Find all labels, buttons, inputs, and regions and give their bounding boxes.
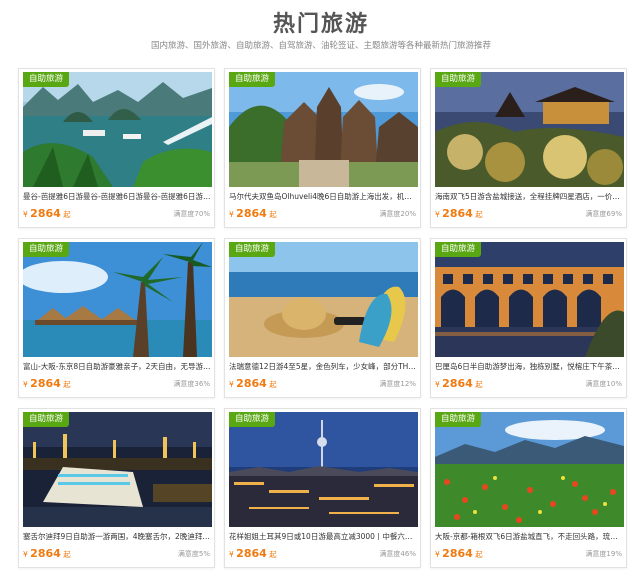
tour-card[interactable]: 自助旅游 花样姐姐土耳其9日或10日游最高立减3000丨中餐六菜一汤，热气球 ¥… bbox=[224, 408, 421, 568]
price-value: 2864 bbox=[442, 207, 473, 220]
tour-title[interactable]: 富山-大阪-东京8日自助游豪雅亲子，2天自由，无导游安排自费项目 bbox=[23, 360, 212, 373]
tour-photo-harbor[interactable] bbox=[23, 412, 212, 527]
price-unit: 起 bbox=[63, 380, 71, 389]
satisfaction-rate: 满意度5% bbox=[177, 550, 210, 558]
price-value: 2864 bbox=[236, 207, 267, 220]
price-unit: 起 bbox=[475, 550, 483, 559]
tour-card[interactable]: 自助旅游 法瑞意德12日游4至5星，金色列车，少女峰，部分THE MALL购物 … bbox=[224, 238, 421, 398]
currency-symbol: ¥ bbox=[23, 210, 28, 219]
category-badge: 自助旅游 bbox=[435, 412, 482, 427]
price-unit: 起 bbox=[63, 550, 71, 559]
satisfaction-rate: 满意度70% bbox=[173, 210, 210, 218]
tour-card[interactable]: 自助旅游 大阪-京都-箱根双飞6日游盐城直飞，不走回头路，琉外无自费 ¥ 286… bbox=[430, 408, 627, 568]
price-unit: 起 bbox=[475, 380, 483, 389]
tour-card[interactable]: 自助旅游 海南双飞5日游含盐城接送，全程挂牌四星酒店，一价全含无自费 ¥ 286… bbox=[430, 68, 627, 228]
tour-photo-beach-hat[interactable] bbox=[229, 242, 418, 357]
tour-price: ¥ 2864 起 bbox=[435, 376, 483, 392]
currency-symbol: ¥ bbox=[435, 380, 440, 389]
tour-photo-kyoto[interactable] bbox=[435, 72, 624, 187]
satisfaction-rate: 满意度46% bbox=[379, 550, 416, 558]
tour-price: ¥ 2864 起 bbox=[23, 376, 71, 392]
currency-symbol: ¥ bbox=[435, 550, 440, 559]
tour-price: ¥ 2864 起 bbox=[229, 546, 277, 562]
category-badge: 自助旅游 bbox=[23, 242, 70, 257]
category-badge: 自助旅游 bbox=[435, 242, 482, 257]
price-value: 2864 bbox=[442, 377, 473, 390]
tour-price: ¥ 2864 起 bbox=[229, 206, 277, 222]
currency-symbol: ¥ bbox=[23, 380, 28, 389]
satisfaction-rate: 满意度19% bbox=[585, 550, 622, 558]
tour-photo-city-tower[interactable] bbox=[229, 412, 418, 527]
category-badge: 自助旅游 bbox=[23, 412, 70, 427]
tour-photo-flower-field[interactable] bbox=[435, 412, 624, 527]
tour-photo-beach-huts[interactable] bbox=[23, 242, 212, 357]
category-badge: 自助旅游 bbox=[23, 72, 70, 87]
tour-title[interactable]: 花样姐姐土耳其9日或10日游最高立减3000丨中餐六菜一汤，热气球 bbox=[229, 530, 418, 543]
tour-photo-aqueduct[interactable] bbox=[435, 242, 624, 357]
satisfaction-rate: 满意度12% bbox=[379, 380, 416, 388]
tour-title[interactable]: 大阪-京都-箱根双飞6日游盐城直飞，不走回头路，琉外无自费 bbox=[435, 530, 624, 543]
price-value: 2864 bbox=[30, 377, 61, 390]
tour-price: ¥ 2864 起 bbox=[23, 206, 71, 222]
price-unit: 起 bbox=[269, 380, 277, 389]
currency-symbol: ¥ bbox=[229, 210, 234, 219]
currency-symbol: ¥ bbox=[435, 210, 440, 219]
tour-card[interactable]: 自助旅游 塞舌尔迪拜9日自助游一游两国，4晚塞舌尔，2晚迪拜，含机票酒店 ¥ 2… bbox=[18, 408, 215, 568]
satisfaction-rate: 满意度69% bbox=[585, 210, 622, 218]
satisfaction-rate: 满意度20% bbox=[379, 210, 416, 218]
satisfaction-rate: 满意度10% bbox=[585, 380, 622, 388]
tour-card[interactable]: 自助旅游 马尔代夫双鱼岛Olhuveli4晚6日自助游上海出发，机+酒 包含早晚… bbox=[224, 68, 421, 228]
tour-card[interactable]: 自助旅游 巴厘岛6日半自助游梦出海，独栋别墅，悦榕庄下午茶，金巴兰海滩 ¥ 28… bbox=[430, 238, 627, 398]
tour-title[interactable]: 巴厘岛6日半自助游梦出海，独栋别墅，悦榕庄下午茶，金巴兰海滩 bbox=[435, 360, 624, 373]
tour-photo-bay[interactable] bbox=[23, 72, 212, 187]
price-unit: 起 bbox=[475, 210, 483, 219]
tour-price: ¥ 2864 起 bbox=[229, 376, 277, 392]
tour-title[interactable]: 海南双飞5日游含盐城接送，全程挂牌四星酒店，一价全含无自费 bbox=[435, 190, 624, 203]
page-title: 热门旅游 bbox=[272, 12, 369, 37]
category-badge: 自助旅游 bbox=[229, 72, 276, 87]
price-value: 2864 bbox=[442, 547, 473, 560]
price-value: 2864 bbox=[30, 547, 61, 560]
tour-price: ¥ 2864 起 bbox=[435, 546, 483, 562]
category-badge: 自助旅游 bbox=[229, 412, 276, 427]
currency-symbol: ¥ bbox=[229, 380, 234, 389]
tour-card[interactable]: 自助旅游 富山-大阪-东京8日自助游豪雅亲子，2天自由，无导游安排自费项目 ¥ … bbox=[18, 238, 215, 398]
price-unit: 起 bbox=[63, 210, 71, 219]
category-badge: 自助旅游 bbox=[229, 242, 276, 257]
tour-grid: 自助旅游 曼谷-芭提雅6日游曼谷-芭提雅6日游曼谷-芭提雅6日游曼谷-芭提雅6日… bbox=[18, 68, 630, 568]
currency-symbol: ¥ bbox=[23, 550, 28, 559]
price-value: 2864 bbox=[30, 207, 61, 220]
tour-title[interactable]: 法瑞意德12日游4至5星，金色列车，少女峰，部分THE MALL购物 bbox=[229, 360, 418, 373]
tour-price: ¥ 2864 起 bbox=[23, 546, 71, 562]
tour-title[interactable]: 马尔代夫双鱼岛Olhuveli4晚6日自助游上海出发，机+酒 包含早晚餐 bbox=[229, 190, 418, 203]
currency-symbol: ¥ bbox=[229, 550, 234, 559]
category-badge: 自助旅游 bbox=[435, 72, 482, 87]
price-value: 2864 bbox=[236, 377, 267, 390]
tour-title[interactable]: 曼谷-芭提雅6日游曼谷-芭提雅6日游曼谷-芭提雅6日游曼谷-芭提雅6日游 bbox=[23, 190, 212, 203]
price-unit: 起 bbox=[269, 550, 277, 559]
price-value: 2864 bbox=[236, 547, 267, 560]
tour-photo-temple[interactable] bbox=[229, 72, 418, 187]
satisfaction-rate: 满意度36% bbox=[173, 380, 210, 388]
price-unit: 起 bbox=[269, 210, 277, 219]
tour-card[interactable]: 自助旅游 曼谷-芭提雅6日游曼谷-芭提雅6日游曼谷-芭提雅6日游曼谷-芭提雅6日… bbox=[18, 68, 215, 228]
tour-title[interactable]: 塞舌尔迪拜9日自助游一游两国，4晚塞舌尔，2晚迪拜，含机票酒店 bbox=[23, 530, 212, 543]
page-subtitle: 国内旅游、国外旅游、自助旅游、自驾旅游、油轮签证、主题旅游等各种最新热门旅游推荐 bbox=[150, 41, 491, 51]
tour-price: ¥ 2864 起 bbox=[435, 206, 483, 222]
